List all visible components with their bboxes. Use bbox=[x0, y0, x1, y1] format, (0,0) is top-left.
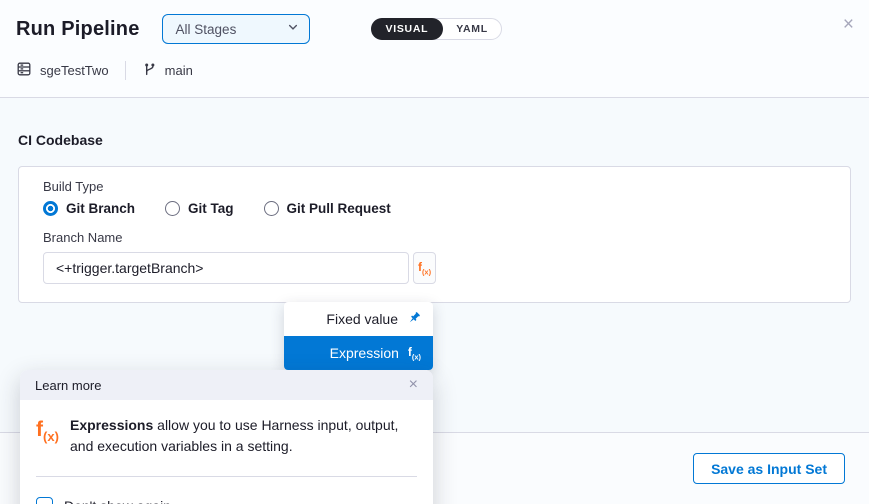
branch-name-input[interactable] bbox=[43, 252, 409, 284]
menu-item-fixed-value[interactable]: Fixed value bbox=[284, 302, 433, 336]
save-as-input-set-button[interactable]: Save as Input Set bbox=[693, 453, 845, 484]
tab-yaml[interactable]: YAML bbox=[443, 19, 501, 39]
repository-icon bbox=[16, 61, 32, 80]
ci-codebase-title: CI Codebase bbox=[18, 132, 851, 148]
stage-select-value: All Stages bbox=[176, 22, 237, 37]
main-content: CI Codebase Build Type Git Branch Git Ta… bbox=[0, 132, 869, 303]
learn-more-title: Learn more bbox=[35, 378, 101, 393]
radio-icon bbox=[165, 201, 180, 216]
dont-show-again-label: Don't show again bbox=[64, 498, 171, 504]
chevron-down-icon bbox=[287, 20, 299, 38]
build-type-label: Build Type bbox=[43, 179, 826, 194]
visual-yaml-toggle: VISUAL YAML bbox=[371, 18, 502, 40]
value-type-menu: Fixed value Expression f(x) bbox=[284, 302, 433, 370]
build-type-options: Git Branch Git Tag Git Pull Request bbox=[43, 201, 826, 216]
page-title: Run Pipeline bbox=[16, 18, 140, 41]
tab-visual[interactable]: VISUAL bbox=[371, 18, 444, 40]
menu-item-expression[interactable]: Expression f(x) bbox=[284, 336, 433, 370]
stage-select-dropdown[interactable]: All Stages bbox=[162, 14, 310, 44]
dont-show-again-checkbox[interactable] bbox=[36, 497, 53, 504]
fx-icon: f(x) bbox=[418, 260, 431, 276]
fx-icon: f(x) bbox=[36, 415, 70, 457]
close-icon[interactable]: × bbox=[843, 15, 854, 34]
branch-name: main bbox=[165, 63, 193, 78]
pin-icon bbox=[407, 311, 421, 328]
radio-git-branch[interactable]: Git Branch bbox=[43, 201, 135, 216]
learn-more-header: Learn more × bbox=[20, 370, 433, 400]
radio-icon bbox=[264, 201, 279, 216]
run-pipeline-header: Run Pipeline All Stages VISUAL YAML × sg… bbox=[0, 0, 869, 98]
divider bbox=[125, 61, 126, 80]
git-branch-icon bbox=[142, 62, 157, 80]
repository-name: sgeTestTwo bbox=[40, 63, 109, 78]
learn-more-description: Expressions allow you to use Harness inp… bbox=[70, 415, 416, 457]
learn-more-popover: Learn more × f(x) Expressions allow you … bbox=[20, 370, 433, 504]
radio-git-tag[interactable]: Git Tag bbox=[165, 201, 234, 216]
close-icon[interactable]: × bbox=[409, 377, 418, 393]
ci-codebase-card: Build Type Git Branch Git Tag Git Pull R… bbox=[18, 166, 851, 303]
radio-selected-icon bbox=[43, 201, 58, 216]
branch-name-label: Branch Name bbox=[43, 230, 826, 245]
fx-icon: f(x) bbox=[408, 345, 421, 361]
divider bbox=[36, 476, 417, 477]
value-type-toggle-button[interactable]: f(x) bbox=[413, 252, 436, 284]
codebase-summary: sgeTestTwo main bbox=[16, 61, 853, 80]
radio-git-pull-request[interactable]: Git Pull Request bbox=[264, 201, 391, 216]
